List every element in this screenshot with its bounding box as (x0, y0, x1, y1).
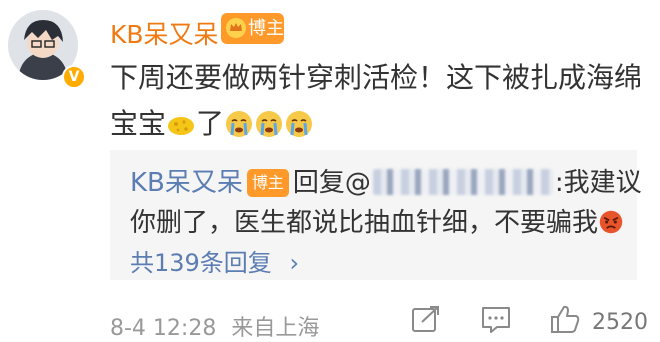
crown-icon (226, 18, 246, 38)
post-text-line2-wrap: 宝宝 了 (110, 101, 650, 147)
post-text-tail: 了 (196, 107, 225, 140)
post-time: 8-4 12:28 (110, 316, 217, 341)
like-icon[interactable] (548, 303, 582, 335)
reply-username[interactable]: KB呆又呆 (130, 168, 243, 198)
angry-emoji-icon (599, 210, 623, 234)
comment-icon[interactable] (479, 303, 513, 335)
blogger-badge: 博主 (221, 13, 284, 44)
badge-label: 博主 (248, 18, 284, 39)
reply-preview-box[interactable]: KB呆又呆 博主 回复@ :我建议 你删了，医生都说比抽血针细，不要骗我 共139条回… (110, 150, 642, 280)
post-username[interactable]: KB呆又呆 (110, 15, 219, 51)
share-icon[interactable] (410, 303, 444, 335)
crying-emoji-icon (226, 111, 253, 137)
reply-header: KB呆又呆 博主 回复@ :我建议 (130, 162, 642, 199)
view-replies-link[interactable]: 共139条回复 › (130, 243, 299, 278)
post-text-line1: 下周还要做两针穿刺活检！这下被扎成海绵 (110, 61, 643, 94)
reply-text-line2: 你删了，医生都说比抽血针细，不要骗我 (130, 202, 624, 239)
post-text-line2: 宝宝 (110, 107, 167, 140)
replies-count-label[interactable]: 共139条回复 (130, 249, 272, 277)
like-count: 2520 (592, 310, 648, 335)
blurred-mention (372, 169, 553, 195)
crying-emoji-icon (286, 111, 313, 137)
reply-line2-text: 你删了，医生都说比抽血针细，不要骗我 (130, 208, 599, 238)
chevron-right-icon: › (289, 249, 300, 277)
reply-text: :我建议 (554, 168, 642, 198)
reply-prefix: 回复@ (292, 168, 371, 198)
post-meta: 8-4 12:28 来自上海 (110, 310, 319, 342)
post-text: 下周还要做两针穿刺活检！这下被扎成海绵 宝宝 了 (110, 55, 650, 147)
verified-icon: V (62, 65, 86, 89)
reply-badge: 博主 (246, 169, 289, 197)
post-source: 来自上海 (231, 316, 320, 341)
crying-emoji-icon (256, 111, 283, 137)
sponge-emoji-icon (168, 117, 195, 135)
